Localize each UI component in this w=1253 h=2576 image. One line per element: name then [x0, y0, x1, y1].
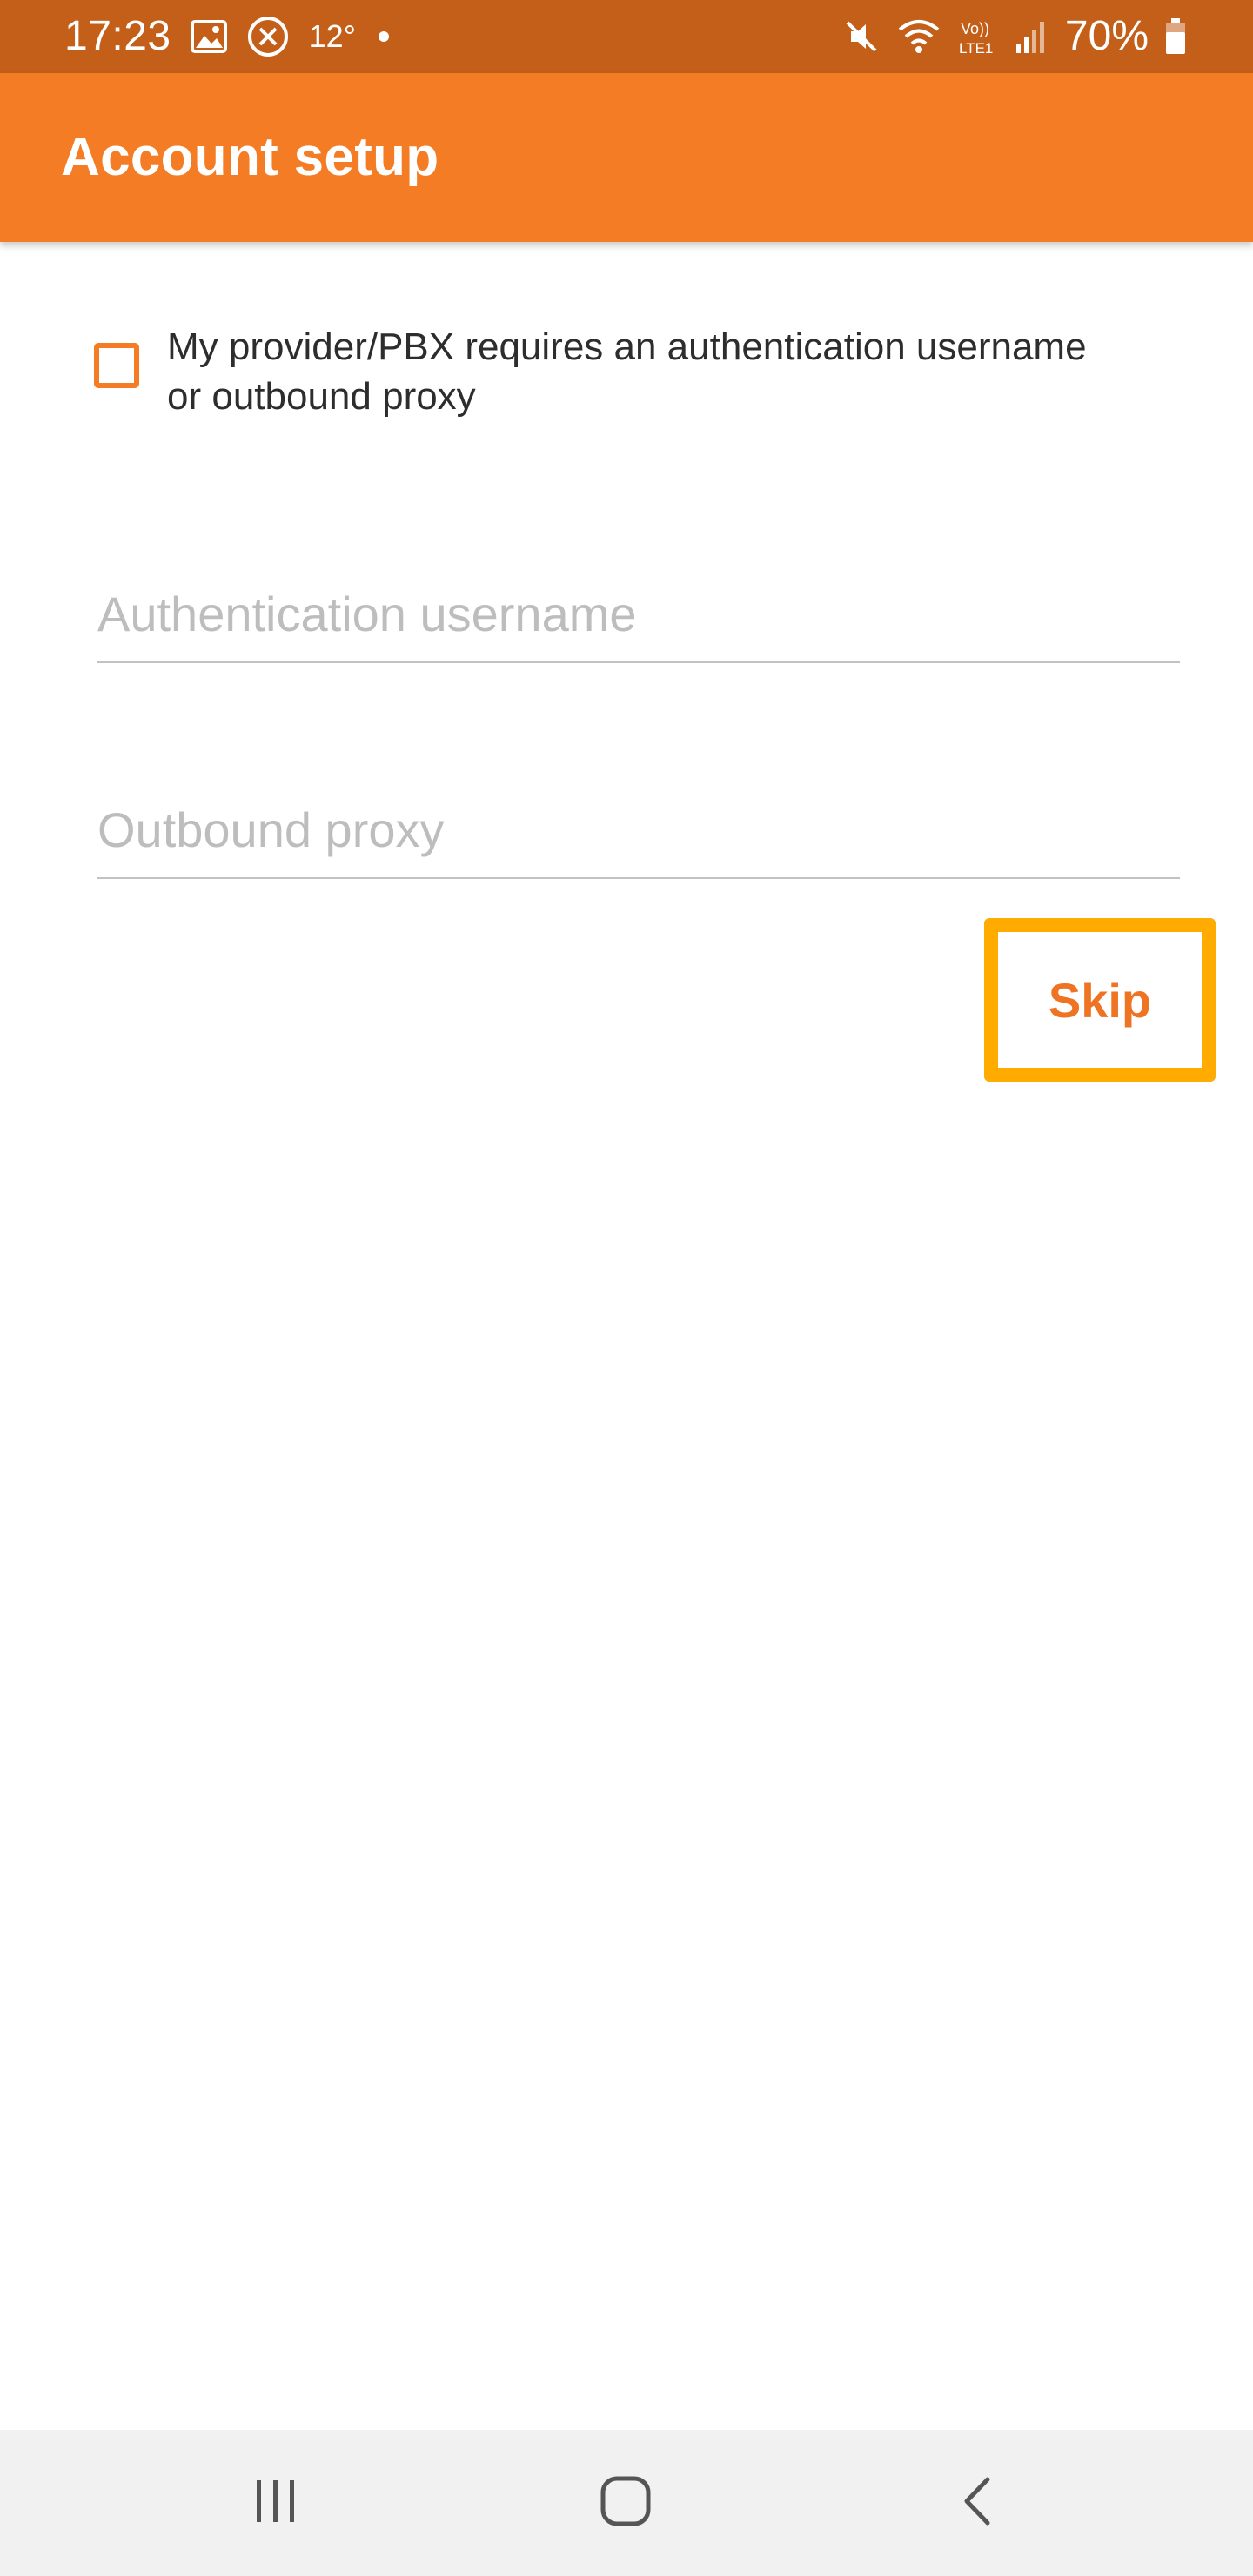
- blocked-icon: [246, 15, 290, 58]
- home-icon: [599, 2474, 653, 2532]
- status-bar-right: Vo)) LTE1 70%: [842, 0, 1187, 73]
- mute-icon: [842, 17, 881, 56]
- recent-apps-button[interactable]: [198, 2430, 354, 2576]
- gallery-icon: [190, 20, 227, 53]
- battery-icon: [1164, 17, 1187, 56]
- auth-checkbox[interactable]: [94, 343, 139, 388]
- auth-username-field[interactable]: [97, 567, 1180, 663]
- skip-button[interactable]: Skip: [984, 918, 1216, 1082]
- recent-apps-icon: [250, 2477, 302, 2530]
- volte-lte-icon: Vo)) LTE1: [957, 17, 999, 57]
- auth-checkbox-row[interactable]: My provider/PBX requires an authenticati…: [94, 322, 1182, 421]
- status-time: 17:23: [64, 13, 171, 59]
- outbound-proxy-input[interactable]: [97, 802, 1180, 858]
- wifi-icon: [896, 17, 941, 56]
- back-button[interactable]: [899, 2430, 1055, 2576]
- app-bar: Account setup: [0, 73, 1253, 242]
- status-bar: 17:23 12° Vo)) LTE1 70%: [0, 0, 1253, 73]
- outbound-proxy-field[interactable]: [97, 783, 1180, 879]
- notification-dot-icon: [375, 28, 392, 45]
- auth-username-input[interactable]: [97, 586, 1180, 642]
- signal-icon: [1015, 18, 1049, 55]
- svg-text:LTE1: LTE1: [959, 40, 993, 57]
- battery-percent: 70%: [1064, 13, 1149, 59]
- status-temperature: 12°: [308, 18, 357, 54]
- svg-text:Vo)): Vo)): [961, 20, 989, 37]
- back-icon: [958, 2474, 996, 2532]
- auth-checkbox-label[interactable]: My provider/PBX requires an authenticati…: [167, 322, 1107, 421]
- home-button[interactable]: [547, 2430, 704, 2576]
- status-bar-left: 17:23 12°: [64, 0, 392, 73]
- skip-button-label: Skip: [1048, 972, 1152, 1028]
- navigation-bar: [0, 2430, 1253, 2576]
- page-title: Account setup: [61, 127, 439, 187]
